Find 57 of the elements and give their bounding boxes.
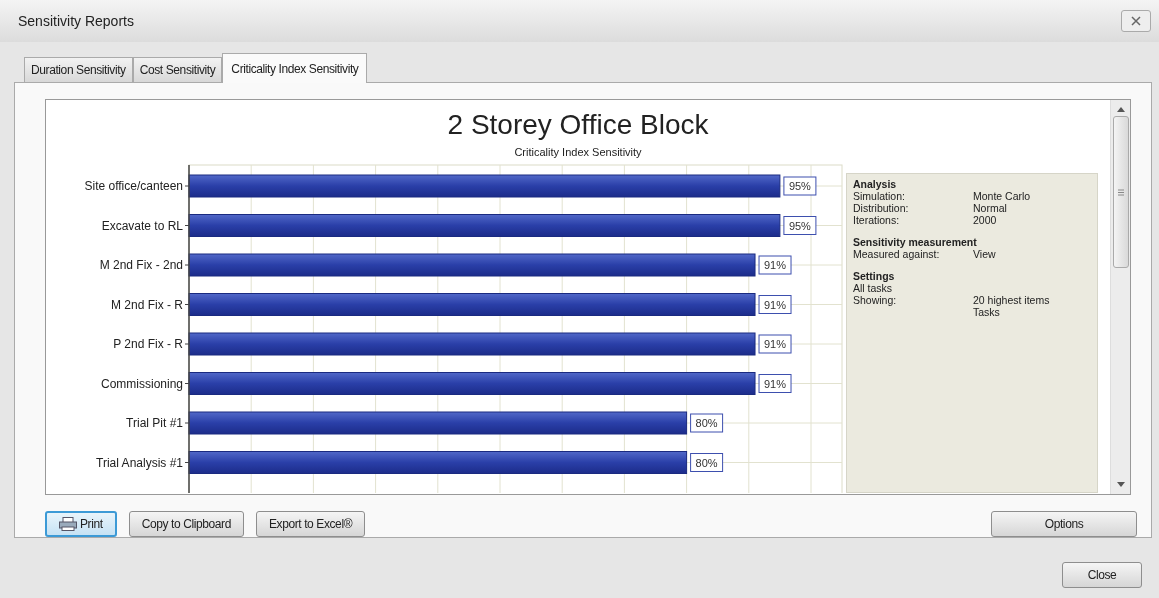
printer-icon — [59, 517, 77, 531]
info-value: Tasks — [973, 305, 1000, 318]
scroll-up-icon[interactable] — [1116, 106, 1125, 112]
info-heading: Settings — [853, 269, 896, 282]
info-value: Normal — [973, 201, 1007, 214]
data-label: 91% — [758, 294, 792, 314]
data-label: 80% — [695, 416, 718, 429]
close-button[interactable]: Close — [1062, 562, 1142, 588]
axis-label: Commissioning — [100, 376, 183, 390]
axis-label: Excavate to RL — [101, 218, 183, 232]
tab[interactable]: Duration Sensitivity — [24, 57, 133, 82]
info-value: View — [973, 247, 996, 260]
info-label: Showing: — [853, 293, 898, 306]
info-label: Distribution: — [853, 201, 910, 214]
grip-icon — [1117, 188, 1124, 196]
close-icon — [1131, 16, 1141, 26]
info-value: Monte Carlo — [973, 189, 1031, 202]
scroll-down-icon[interactable] — [1116, 482, 1125, 488]
data-label: 95% — [788, 219, 812, 231]
info-heading: Sensitivity measurement — [853, 235, 978, 248]
axis-label: M 2nd Fix - R — [111, 297, 183, 311]
data-label: 95% — [783, 215, 817, 235]
axis-label: Trial Pit #1 — [126, 415, 183, 430]
data-label: 80% — [695, 456, 718, 468]
info-value: 20 highest items — [973, 293, 1050, 306]
action-button[interactable]: Export to Excel® — [255, 511, 366, 537]
options-button[interactable]: Options — [991, 511, 1137, 537]
window-title: Sensitivity Reports — [18, 11, 134, 31]
info-value: 2000 — [973, 213, 997, 226]
axis-label: P 2nd Fix - R — [113, 336, 183, 351]
tab[interactable]: Cost Sensitivity — [132, 57, 223, 82]
axis-label: Trial Analysis #1 — [96, 455, 183, 469]
info-label: Simulation: — [853, 189, 906, 202]
data-label: 91% — [758, 255, 792, 274]
data-label: 80% — [690, 452, 724, 472]
info-label: All tasks — [853, 281, 893, 294]
axis-label: M 2nd Fix - 2nd — [99, 257, 183, 272]
data-label: 91% — [764, 298, 787, 310]
axis-label: Site office/canteen — [84, 178, 183, 193]
chart-title: 2 Storey Office Block — [446, 108, 710, 142]
data-label: 91% — [764, 377, 787, 389]
scrollbar[interactable] — [1110, 100, 1130, 494]
data-label: 91% — [758, 373, 792, 393]
data-label: 95% — [788, 179, 812, 192]
close-button[interactable] — [1121, 10, 1151, 32]
data-label: 91% — [758, 334, 792, 353]
data-label: 91% — [764, 337, 787, 350]
data-label: 80% — [690, 413, 724, 432]
chart-subtitle: Criticality Index Sensitivity — [513, 145, 643, 160]
action-button[interactable]: Copy to Clipboard — [128, 511, 244, 537]
info-heading: Analysis — [853, 177, 898, 190]
data-label: 91% — [764, 258, 787, 271]
tab[interactable]: Criticality Index Sensitivity — [222, 53, 368, 83]
info-label: Iterations: — [853, 213, 901, 226]
info-label: Measured against: — [853, 247, 941, 260]
data-label: 95% — [783, 176, 817, 195]
print-button[interactable]: Print — [45, 511, 117, 537]
